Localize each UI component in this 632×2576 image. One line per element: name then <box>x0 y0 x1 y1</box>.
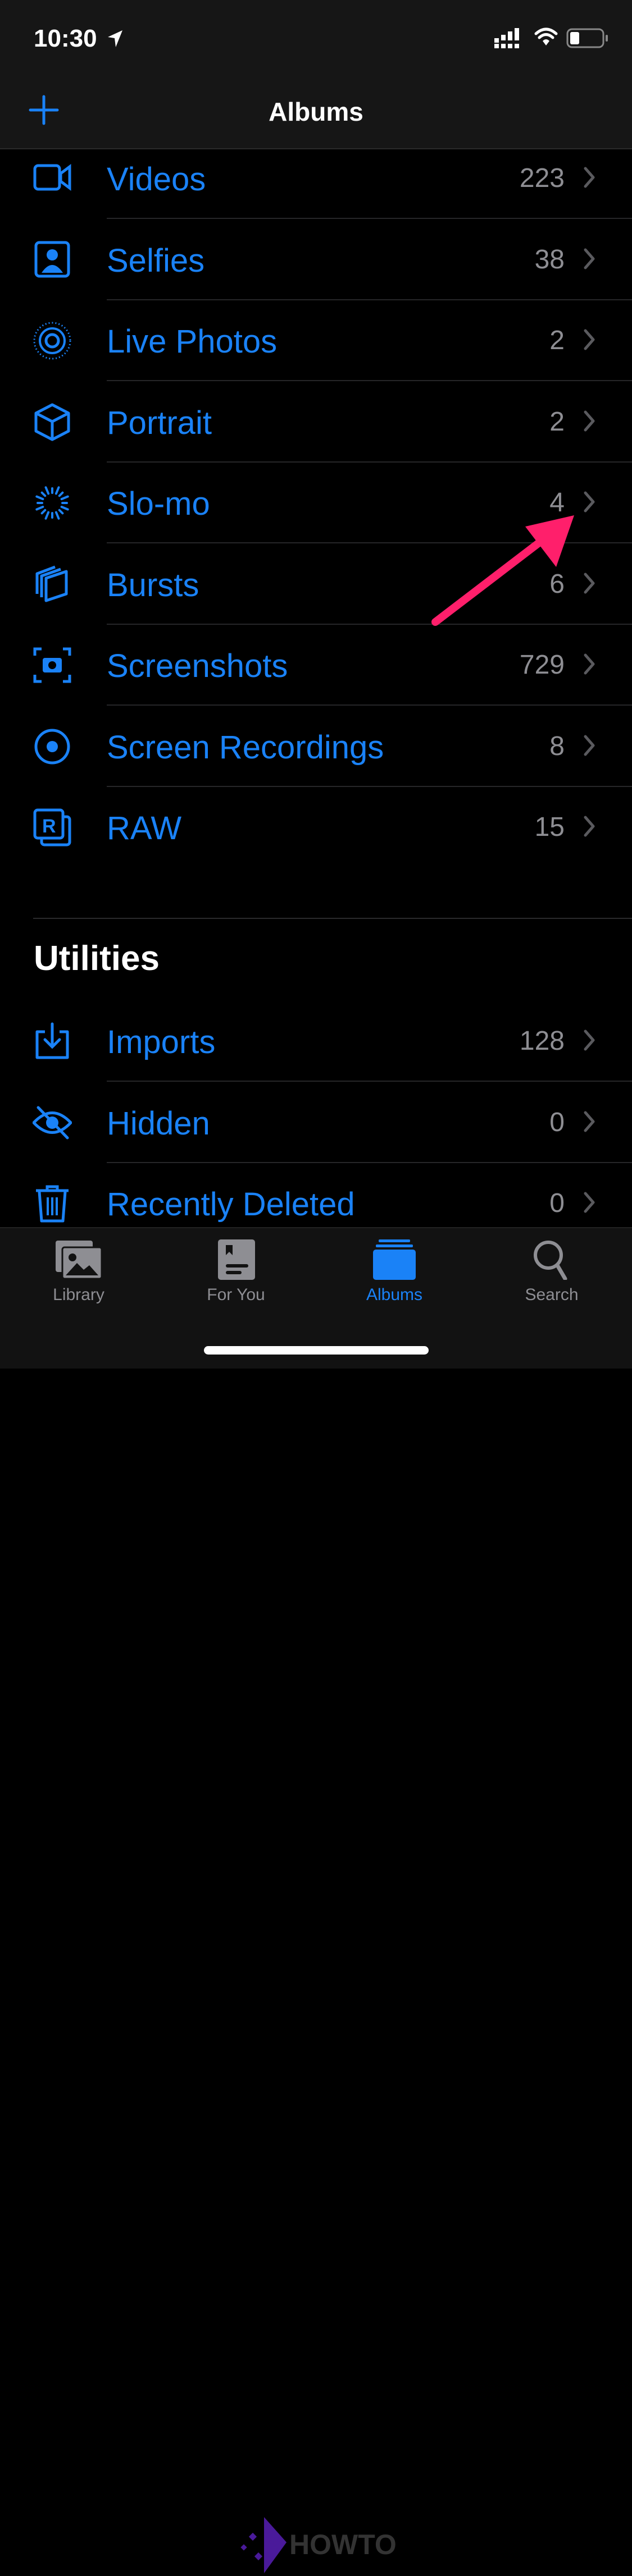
tab-label: Library <box>53 1285 104 1304</box>
screenshot-icon <box>33 647 71 683</box>
album-label: Recently Deleted <box>107 1186 355 1223</box>
tab-search[interactable]: Search <box>484 1239 619 1324</box>
status-and-nav-bar: 10:30 Albums <box>0 0 632 149</box>
chevron-right-icon <box>584 1030 595 1051</box>
album-count: 729 <box>519 650 565 680</box>
tab-for-you[interactable]: For You <box>169 1239 303 1324</box>
album-row-slo-mo[interactable]: Slo-mo 4 <box>0 463 632 543</box>
screen-recording-icon <box>34 729 70 764</box>
section-divider <box>33 918 632 919</box>
chevron-right-icon <box>584 410 595 431</box>
album-row-live-photos[interactable]: Live Photos 2 <box>0 300 632 381</box>
section-heading-utilities: Utilities <box>34 939 160 978</box>
portrait-cube-icon <box>34 403 70 441</box>
chevron-right-icon <box>584 653 595 675</box>
album-row-bursts[interactable]: Bursts 6 <box>0 544 632 625</box>
album-row-videos[interactable]: Videos 223 <box>0 138 632 219</box>
album-count: 2 <box>549 326 565 355</box>
album-label: Slo-mo <box>107 486 210 522</box>
svg-text:R: R <box>42 816 56 837</box>
album-count: 38 <box>534 244 565 274</box>
chevron-right-icon <box>584 573 595 593</box>
tab-library[interactable]: Library <box>11 1239 146 1324</box>
video-icon <box>33 164 71 191</box>
trash-icon <box>36 1185 69 1223</box>
chevron-right-icon <box>584 329 595 350</box>
album-label: Portrait <box>107 404 212 441</box>
album-row-hidden[interactable]: Hidden 0 <box>0 1082 632 1163</box>
tab-label: Albums <box>366 1285 423 1304</box>
chevron-right-icon <box>584 167 595 188</box>
album-row-screen-recordings[interactable]: Screen Recordings 8 <box>0 706 632 787</box>
album-label: Screenshots <box>107 648 288 684</box>
album-count: 2 <box>549 406 565 437</box>
album-row-screenshots[interactable]: Screenshots 729 <box>0 625 632 706</box>
status-time: 10:30 <box>34 25 97 52</box>
search-icon <box>534 1241 567 1280</box>
album-label: Hidden <box>107 1105 210 1142</box>
import-icon <box>35 1022 69 1059</box>
library-icon <box>56 1241 103 1280</box>
tab-bar: Library For You Albums Search HOWTO <box>0 1227 632 2573</box>
home-indicator[interactable] <box>204 1346 429 1355</box>
battery-icon <box>566 28 608 48</box>
chevron-right-icon <box>584 816 595 837</box>
album-row-selfies[interactable]: Selfies 38 <box>0 219 632 300</box>
tab-label: Search <box>525 1285 579 1304</box>
album-count: 0 <box>549 1188 565 1218</box>
hidden-eye-icon <box>33 1106 72 1139</box>
album-label: Imports <box>107 1024 216 1060</box>
watermark-logo: HOWTO <box>225 2517 410 2576</box>
album-count: 0 <box>549 1107 565 1137</box>
album-count: 6 <box>549 569 565 599</box>
chevron-right-icon <box>584 735 595 756</box>
cellular-signal-icon <box>494 28 519 48</box>
chevron-right-icon <box>584 1192 595 1213</box>
album-count: 223 <box>519 163 565 193</box>
chevron-right-icon <box>584 1111 595 1132</box>
page-title: Albums <box>269 97 363 126</box>
album-label: Screen Recordings <box>107 729 384 766</box>
chevron-right-icon <box>584 248 595 269</box>
album-count: 8 <box>549 731 565 761</box>
live-photos-icon <box>33 322 71 360</box>
for-you-icon <box>218 1239 255 1280</box>
slo-mo-icon <box>35 486 69 520</box>
album-row-imports[interactable]: Imports 128 <box>0 1001 632 1082</box>
selfie-icon <box>34 241 70 277</box>
album-row-portrait[interactable]: Portrait 2 <box>0 382 632 463</box>
album-label: Bursts <box>107 566 199 603</box>
tab-label: For You <box>207 1285 265 1304</box>
tab-albums[interactable]: Albums <box>327 1239 462 1324</box>
album-count: 15 <box>534 812 565 842</box>
album-label: Live Photos <box>107 323 278 360</box>
svg-text:HOWTO: HOWTO <box>289 2529 397 2560</box>
albums-icon <box>373 1239 416 1280</box>
location-arrow-icon <box>108 30 122 47</box>
album-label: Selfies <box>107 242 205 279</box>
album-count: 4 <box>549 488 565 518</box>
album-row-raw[interactable]: R RAW 15 <box>0 787 632 868</box>
album-count: 128 <box>519 1026 565 1056</box>
wifi-icon <box>534 28 558 45</box>
raw-icon: R <box>33 808 71 847</box>
bursts-icon <box>35 565 68 602</box>
album-label: RAW <box>107 810 182 847</box>
album-label: Videos <box>107 161 206 198</box>
chevron-right-icon <box>584 491 595 513</box>
